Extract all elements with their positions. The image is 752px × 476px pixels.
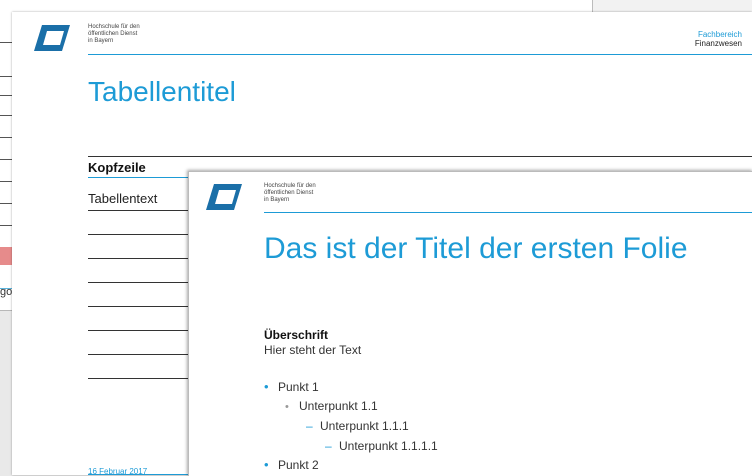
bullet-text: Punkt 1 (278, 380, 319, 394)
table-row-line (88, 378, 188, 379)
org-name-line: Hochschule für den (88, 24, 140, 30)
table-row-line (88, 282, 188, 283)
row-separator (0, 137, 12, 138)
header-divider (264, 212, 752, 213)
bullet-item: • Punkt 1 (264, 379, 319, 394)
table-row-line (88, 258, 188, 259)
bullet-dash-icon: – (306, 419, 313, 433)
table-top-border (88, 156, 752, 157)
row-separator (0, 225, 12, 226)
slide-title: Das ist der Titel der ersten Folie (264, 232, 688, 265)
org-name-line: in Bayern (264, 197, 290, 203)
header-divider (88, 54, 752, 55)
table-header-cell: Kopfzeile (88, 160, 146, 175)
bullet-item: • Punkt 2 (264, 457, 319, 472)
row-separator (0, 115, 12, 116)
table-row-line (88, 210, 188, 211)
bullet-text: Punkt 2 (278, 458, 319, 472)
table-row-line (88, 306, 188, 307)
org-name-line: Hochschule für den (264, 183, 316, 189)
bullet-dot-icon: • (264, 379, 269, 394)
department-label: Fachbereich Finanzwesen (695, 30, 742, 48)
bullet-item: – Unterpunkt 1.1.1 (306, 419, 409, 433)
org-name: Hochschule für den öffentlichen Dienst i… (88, 24, 140, 45)
bullet-item: – Unterpunkt 1.1.1.1 (325, 439, 438, 453)
hfoed-logo-icon (206, 184, 242, 210)
bullet-dot-icon: • (285, 401, 289, 413)
table-row-line (88, 234, 188, 235)
slide-title: Tabellentitel (88, 76, 236, 107)
row-separator (0, 203, 12, 204)
slide-heading: Überschrift (264, 328, 329, 342)
row-separator (0, 181, 12, 182)
bullet-text: Unterpunkt 1.1 (299, 399, 378, 413)
row-separator (0, 76, 12, 77)
org-name-line: öffentlichen Dienst (264, 190, 314, 196)
department-line-2: Finanzwesen (694, 39, 742, 48)
bullet-dash-icon: – (325, 439, 332, 453)
org-name-line: in Bayern (88, 38, 114, 44)
hfoed-logo-icon (34, 25, 70, 51)
bullet-dot-icon: • (264, 457, 269, 472)
org-name: Hochschule für den öffentlichen Dienst i… (264, 183, 316, 204)
bullet-item: • Unterpunkt 1.1 (285, 399, 378, 413)
table-row-line (88, 330, 188, 331)
background-text-fragment: go (0, 286, 12, 298)
highlight-strip (0, 247, 12, 265)
slide-front[interactable]: Hochschule für den öffentlichen Dienst i… (188, 171, 752, 476)
bullet-text: Unterpunkt 1.1.1.1 (339, 439, 438, 453)
table-cell: Tabellentext (88, 191, 158, 206)
department-line-1: Fachbereich (697, 30, 742, 39)
table-row-line (88, 354, 188, 355)
slide-body-text: Hier steht der Text (264, 343, 362, 357)
row-separator (0, 42, 12, 43)
org-name-line: öffentlichen Dienst (88, 31, 138, 37)
row-separator (0, 159, 12, 160)
row-separator (0, 95, 12, 96)
bullet-text: Unterpunkt 1.1.1 (320, 419, 409, 433)
